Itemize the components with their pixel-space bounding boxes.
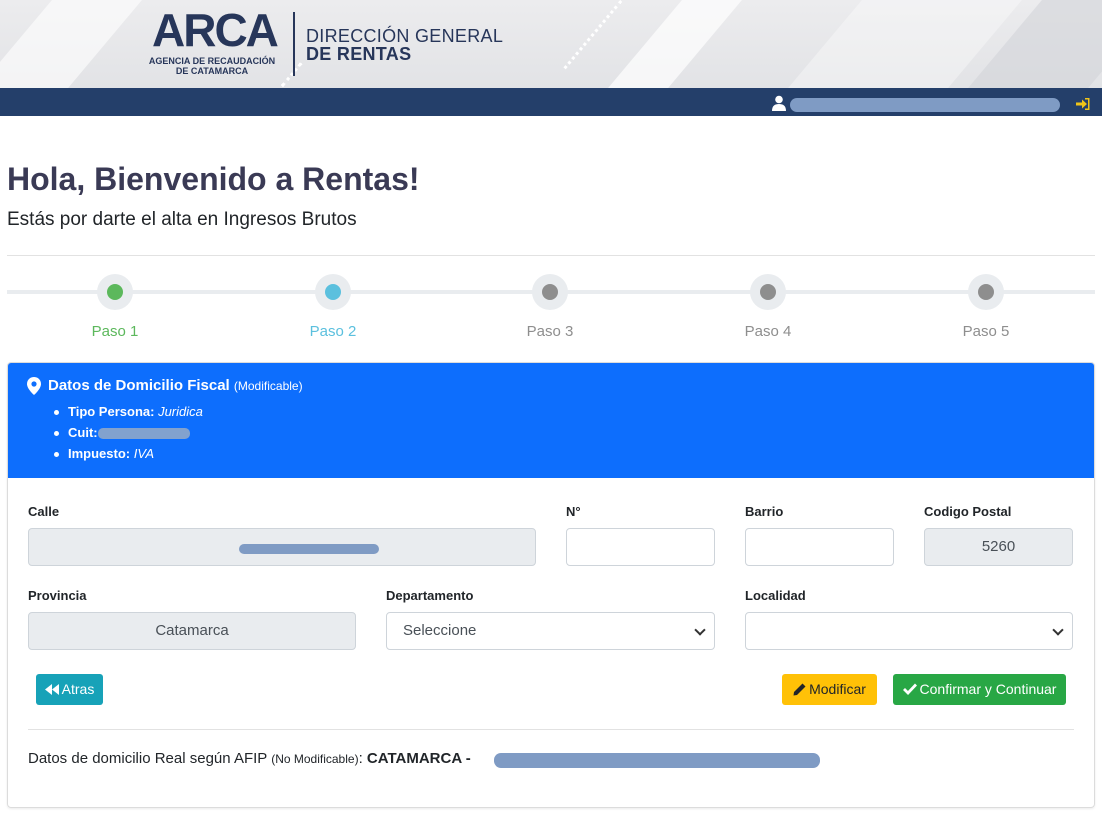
real-address-text: Datos de domicilio Real según AFIP (No M… [28,750,471,767]
user-icon[interactable] [771,95,787,111]
numero-input[interactable] [566,528,715,566]
step-indicator [978,284,994,300]
step-2: Paso 2 [273,274,393,340]
check-icon [902,683,917,696]
departamento-label: Departamento [386,588,474,603]
logo-divider [293,12,295,76]
numero-label: N° [566,504,581,519]
codigo-postal-input[interactable]: 5260 [924,528,1073,566]
modify-button-label: Modificar [809,681,866,697]
step-1: Paso 1 [55,274,175,340]
step-label: Paso 4 [744,323,792,340]
step-label: Paso 1 [91,323,139,340]
step-label: Paso 2 [309,323,357,340]
back-button-label: Atras [61,681,95,697]
barrio-input[interactable] [745,528,894,566]
street-redacted [239,544,379,554]
list-item: Cuit: [52,425,203,446]
real-address-value: CATAMARCA - [366,750,471,767]
taxpayer-info-list: Tipo Persona: Juridica Cuit: Impuesto: I… [52,404,203,467]
list-item: Tipo Persona: Juridica [52,404,203,425]
departamento-select[interactable]: Seleccione [386,612,715,650]
real-address-note: (No Modificable) [271,752,359,766]
calle-input[interactable] [28,528,536,566]
logo-subtitle: AGENCIA DE RECAUDACIÓN DE CATAMARCA [148,56,276,76]
step-indicator [325,284,341,300]
confirm-button[interactable]: Confirmar y Continuar [893,674,1066,705]
provincia-input[interactable]: Catamarca [28,612,356,650]
real-address-redacted [494,753,820,768]
list-item: Impuesto: IVA [52,446,203,467]
arca-logo: ARCA [152,4,279,56]
step-5: Paso 5 [926,274,1046,340]
step-label: Paso 3 [526,323,574,340]
divider [28,729,1074,730]
step-indicator [107,284,123,300]
provincia-label: Provincia [28,588,87,603]
divider [7,255,1095,256]
real-address-label: Datos de domicilio Real según AFIP [28,750,268,767]
sign-in-icon[interactable] [1075,96,1091,112]
page-subtitle: Estás por darte el alta en Ingresos Brut… [7,209,357,230]
back-button[interactable]: Atras [36,674,103,705]
step-4: Paso 4 [708,274,828,340]
codigo-postal-label: Codigo Postal [924,504,1012,519]
modify-button[interactable]: Modificar [782,674,877,705]
card-header-title: Datos de Domicilio Fiscal (Modificable) [48,377,303,394]
localidad-label: Localidad [745,588,806,603]
card-title-note: (Modificable) [233,379,303,393]
map-marker-icon [27,377,41,395]
step-indicator [760,284,776,300]
agency-name-line2: DE RENTAS [306,44,412,64]
card-title: Datos de Domicilio Fiscal [48,377,230,394]
step-indicator [542,284,558,300]
barrio-label: Barrio [745,504,784,519]
step-label: Paso 5 [962,323,1010,340]
card-header: Datos de Domicilio Fiscal (Modificable) … [8,363,1094,478]
step-3: Paso 3 [490,274,610,340]
pencil-icon [793,683,806,696]
confirm-button-label: Confirmar y Continuar [919,681,1057,697]
user-name-redacted [790,98,1060,112]
localidad-select[interactable] [745,612,1073,650]
calle-label: Calle [28,504,60,519]
header-banner: ARCA AGENCIA DE RECAUDACIÓN DE CATAMARCA… [0,0,1102,88]
cuit-redacted [97,428,190,440]
fast-backward-icon [44,683,59,695]
page-title: Hola, Bienvenido a Rentas! [7,161,420,197]
